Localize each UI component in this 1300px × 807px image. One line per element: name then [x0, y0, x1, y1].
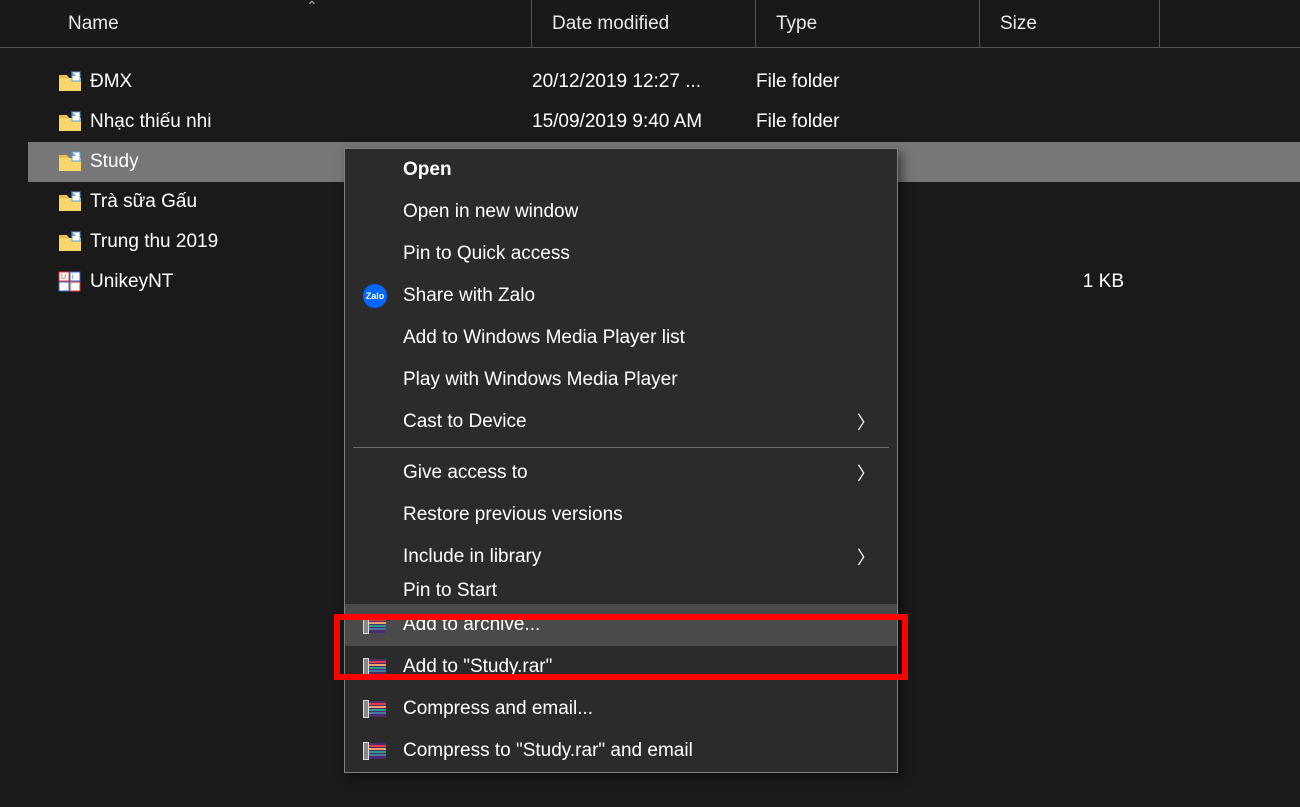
column-header-type-label: Type [776, 13, 817, 35]
file-date: 15/09/2019 9:40 AM [532, 111, 756, 133]
menu-add-to-archive[interactable]: Add to archive... [345, 604, 897, 646]
menu-cast-to-device[interactable]: Cast to Device 〉 [345, 401, 897, 443]
menu-open-new-window[interactable]: Open in new window [345, 191, 897, 233]
file-name: Study [90, 151, 139, 173]
menu-pin-start[interactable]: Pin to Start [345, 578, 897, 604]
submenu-arrow-icon: 〉 [857, 544, 875, 570]
column-header-size-label: Size [1000, 13, 1037, 35]
file-name: Trà sữa Gấu [90, 191, 197, 213]
menu-restore-label: Restore previous versions [403, 504, 623, 526]
column-header-type[interactable]: Type [756, 0, 980, 47]
column-header-name[interactable]: Name ⌃ [28, 0, 532, 47]
file-type: File folder [756, 71, 980, 93]
menu-add-study-rar-label: Add to "Study.rar" [403, 656, 552, 678]
submenu-arrow-icon: 〉 [857, 460, 875, 486]
column-header-row: Name ⌃ Date modified Type Size [0, 0, 1300, 48]
folder-icon [58, 231, 82, 253]
menu-pin-quick-label: Pin to Quick access [403, 243, 570, 265]
svg-text:U: U [61, 274, 66, 281]
menu-add-archive-label: Add to archive... [403, 614, 540, 636]
menu-separator [353, 447, 889, 448]
menu-pin-start-label: Pin to Start [403, 580, 497, 602]
file-row[interactable]: Nhạc thiếu nhi 15/09/2019 9:40 AM File f… [28, 102, 1300, 142]
zalo-icon: Zalo [361, 282, 389, 310]
column-header-date-label: Date modified [552, 13, 669, 35]
winrar-icon [361, 695, 389, 723]
file-name: Nhạc thiếu nhi [90, 111, 211, 133]
menu-restore-previous[interactable]: Restore previous versions [345, 494, 897, 536]
winrar-icon [361, 737, 389, 765]
file-name: Trung thu 2019 [90, 231, 218, 253]
winrar-icon [361, 653, 389, 681]
menu-open-label: Open [403, 159, 452, 181]
file-type: File folder [756, 111, 980, 133]
menu-add-wmp-list-label: Add to Windows Media Player list [403, 327, 685, 349]
menu-play-wmp[interactable]: Play with Windows Media Player [345, 359, 897, 401]
winrar-icon [361, 611, 389, 639]
menu-play-wmp-label: Play with Windows Media Player [403, 369, 678, 391]
column-header-size[interactable]: Size [980, 0, 1160, 47]
menu-share-zalo-label: Share with Zalo [403, 285, 535, 307]
svg-text:Zalo: Zalo [366, 291, 385, 301]
menu-cast-label: Cast to Device [403, 411, 527, 433]
file-size: 1 KB [980, 271, 1160, 293]
menu-include-library-label: Include in library [403, 546, 541, 568]
folder-icon [58, 111, 82, 133]
menu-compress-study-email-label: Compress to "Study.rar" and email [403, 740, 693, 762]
column-header-name-label: Name [68, 13, 119, 35]
column-header-date[interactable]: Date modified [532, 0, 756, 47]
file-explorer: Name ⌃ Date modified Type Size ĐMX 20/12… [0, 0, 1300, 807]
submenu-arrow-icon: 〉 [857, 409, 875, 435]
sort-caret-icon: ⌃ [306, 0, 318, 15]
menu-pin-quick-access[interactable]: Pin to Quick access [345, 233, 897, 275]
menu-add-wmp-list[interactable]: Add to Windows Media Player list [345, 317, 897, 359]
menu-open-new-window-label: Open in new window [403, 201, 578, 223]
context-menu: Open Open in new window Pin to Quick acc… [344, 148, 898, 773]
file-date: 20/12/2019 12:27 ... [532, 71, 756, 93]
folder-icon [58, 151, 82, 173]
menu-share-zalo[interactable]: Zalo Share with Zalo [345, 275, 897, 317]
menu-compress-email-label: Compress and email... [403, 698, 593, 720]
folder-icon [58, 71, 82, 93]
folder-icon [58, 191, 82, 213]
menu-add-to-study-rar[interactable]: Add to "Study.rar" [345, 646, 897, 688]
file-name: UnikeyNT [90, 271, 173, 293]
menu-give-access[interactable]: Give access to 〉 [345, 452, 897, 494]
file-name: ĐMX [90, 71, 132, 93]
menu-compress-study-email[interactable]: Compress to "Study.rar" and email [345, 730, 897, 772]
app-icon: U i [58, 271, 82, 293]
menu-open[interactable]: Open [345, 149, 897, 191]
menu-include-library[interactable]: Include in library 〉 [345, 536, 897, 578]
menu-give-access-label: Give access to [403, 462, 528, 484]
file-row[interactable]: ĐMX 20/12/2019 12:27 ... File folder [28, 62, 1300, 102]
menu-compress-email[interactable]: Compress and email... [345, 688, 897, 730]
